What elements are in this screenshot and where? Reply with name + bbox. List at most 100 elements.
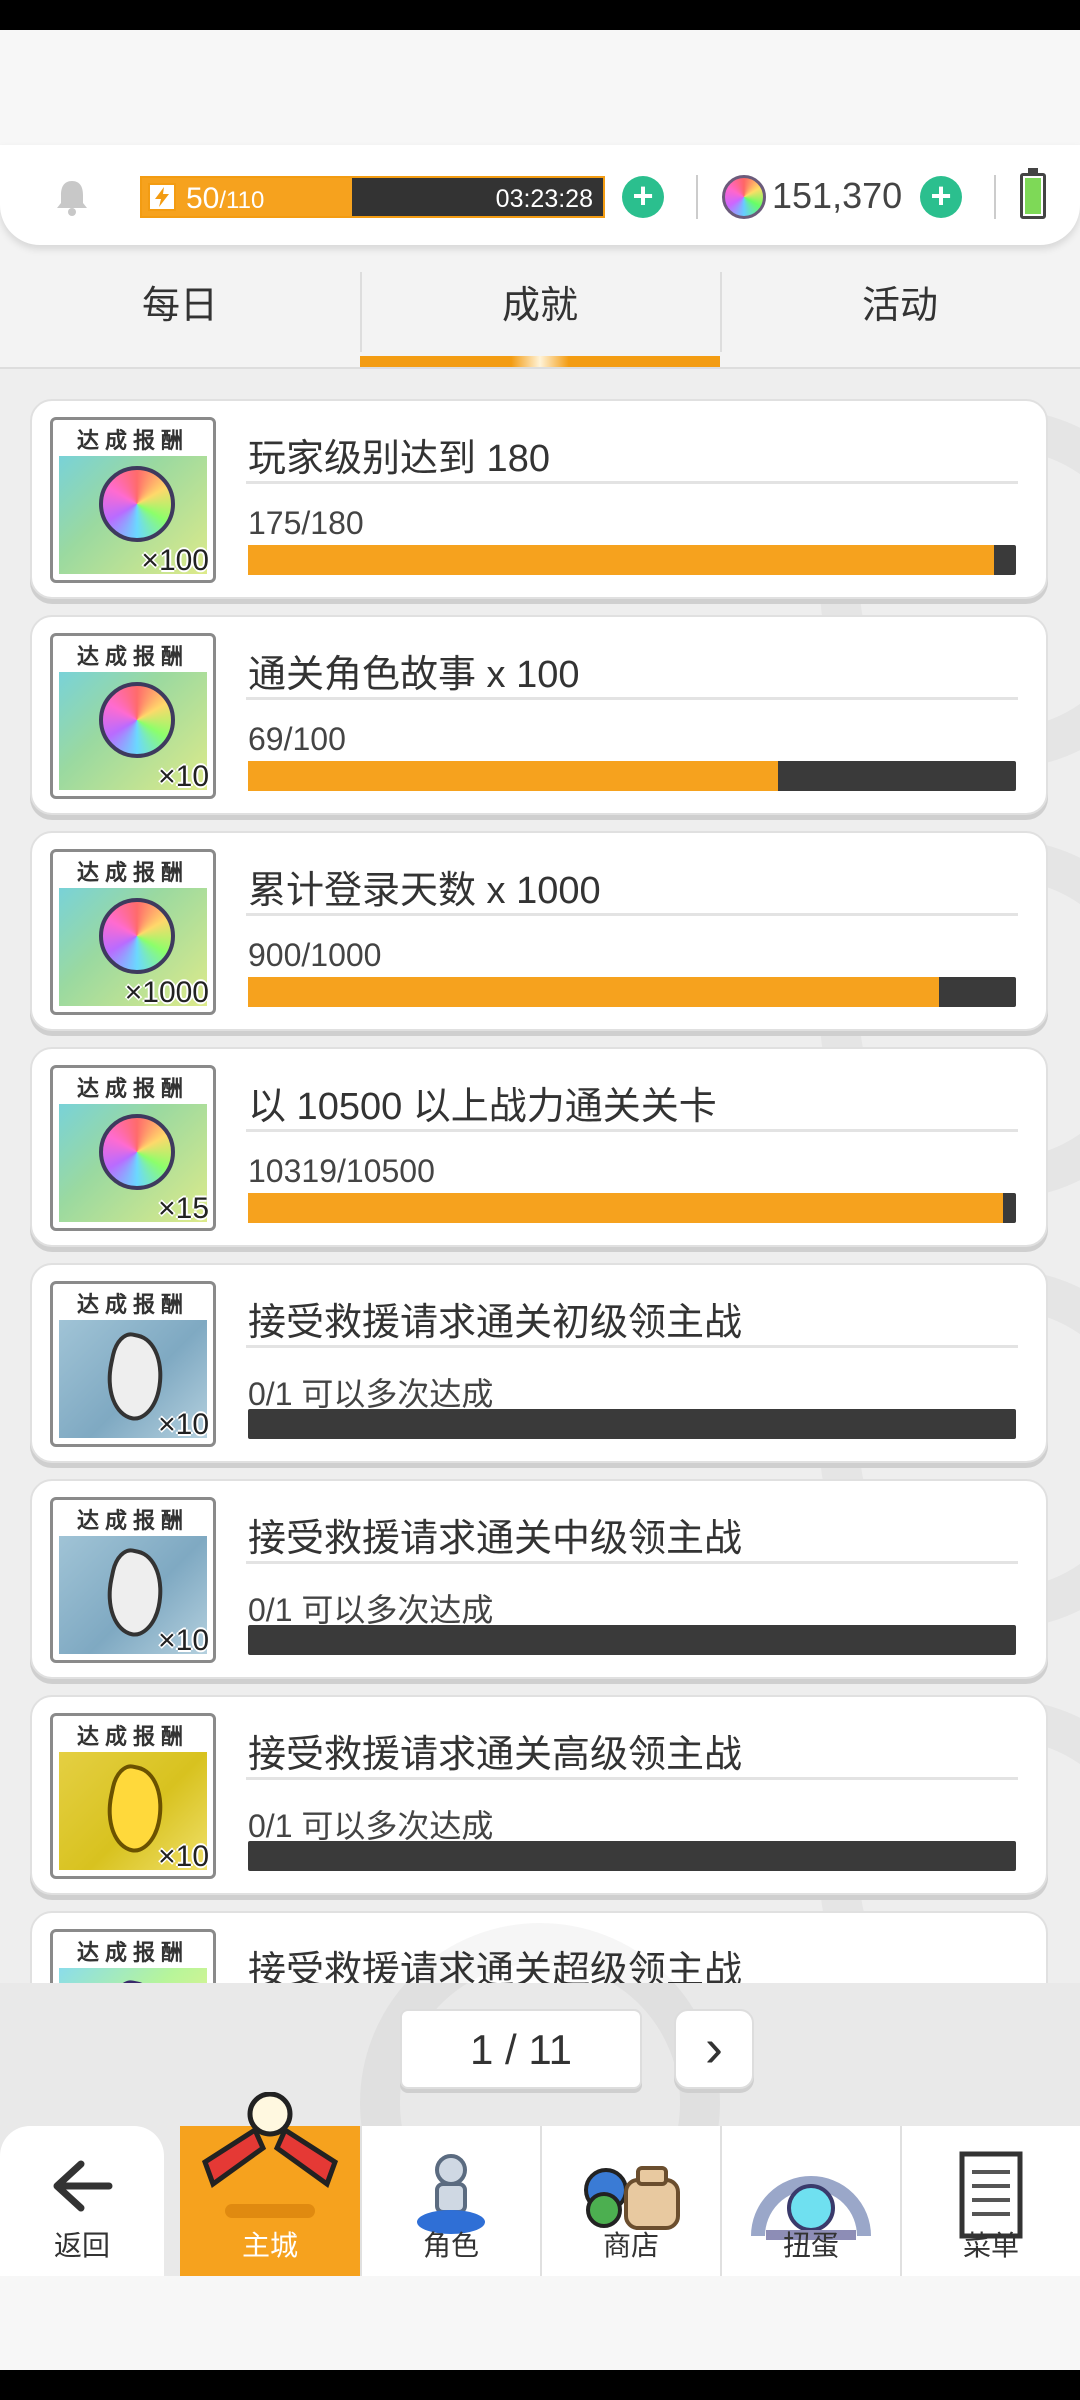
nav-label: 主城	[241, 2230, 298, 2261]
achievement-card[interactable]: 达成报酬 ×10 接受救援请求通关中级领主战 0/1 可以多次达成	[30, 1479, 1048, 1679]
progress-text: 10319/10500	[248, 1153, 435, 1189]
reward-quantity: ×1000	[124, 976, 209, 1009]
nav-shop[interactable]: 商店	[540, 2126, 720, 2276]
progress-fill	[248, 761, 778, 791]
notification-bell-icon[interactable]	[50, 175, 94, 219]
nav-main-city[interactable]: 主城	[180, 2092, 360, 2276]
nav-label: 返回	[53, 2230, 110, 2261]
progress-bar	[248, 761, 1016, 791]
lightning-bolt-icon	[148, 183, 176, 211]
progress-text: 900/1000	[248, 937, 382, 973]
reward-quantity: ×100	[141, 544, 209, 577]
pager: 1 / 11 ›	[0, 1983, 1080, 2126]
progress-text: 69/100	[248, 721, 346, 757]
achievement-tabs: 每日 成就 活动	[0, 260, 1080, 368]
reward-label: 达成报酬	[59, 642, 207, 672]
reward-item: 达成报酬	[50, 1929, 216, 1983]
bottom-navigation: 返回 主城 角色 商店 扭蛋 菜单	[0, 2092, 1080, 2276]
rainbow-gem-icon	[722, 175, 766, 219]
reward-quantity: ×10	[158, 1408, 209, 1441]
tab-events[interactable]: 活动	[720, 260, 1080, 368]
progress-fill	[248, 1193, 1003, 1223]
tab-achievements[interactable]: 成就	[360, 260, 720, 368]
reward-label: 达成报酬	[59, 1506, 207, 1536]
nav-menu[interactable]: 菜单	[900, 2126, 1080, 2276]
reward-item: 达成报酬 ×15	[50, 1065, 216, 1231]
card-divider	[246, 913, 1018, 916]
achievement-list[interactable]: 达成报酬 ×100 玩家级别达到 180 175/180 达成报酬 ×10 通关角色故事 x…	[0, 369, 1080, 1983]
progress-bar	[248, 545, 1016, 575]
main-city-icon	[201, 2092, 339, 2218]
card-divider	[246, 697, 1018, 700]
reward-label: 达成报酬	[59, 426, 207, 456]
stamina-value: 50/110	[186, 182, 265, 215]
system-status-bar	[0, 0, 1080, 30]
card-divider	[246, 1129, 1018, 1132]
reward-item: 达成报酬 ×100	[50, 417, 216, 583]
card-divider	[246, 481, 1018, 484]
nav-gacha[interactable]: 扭蛋	[720, 2126, 900, 2276]
achievement-card[interactable]: 达成报酬 ×15 以 10500 以上战力通关关卡 10319/10500	[30, 1047, 1048, 1247]
reward-quantity: ×10	[158, 1624, 209, 1657]
reward-label: 达成报酬	[59, 1290, 207, 1320]
achievement-title: 通关角色故事 x 100	[248, 654, 580, 696]
add-gems-button[interactable]: +	[920, 176, 962, 218]
progress-fill	[248, 977, 939, 1007]
progress-bar	[248, 1193, 1016, 1223]
rainbow-gem-icon	[99, 682, 175, 758]
reward-item: 达成报酬 ×10	[50, 1281, 216, 1447]
achievement-card[interactable]: 达成报酬 ×1000 累计登录天数 x 1000 900/1000	[30, 831, 1048, 1031]
progress-bar	[248, 1841, 1016, 1871]
system-nav-bar	[0, 2370, 1080, 2400]
stamina-bar: 50/110 03:23:28	[140, 176, 605, 218]
progress-bar	[248, 1625, 1016, 1655]
resource-hud: 50/110 03:23:28 + 151,370 +	[0, 145, 1080, 245]
reward-label: 达成报酬	[59, 1722, 207, 1752]
rainbow-gem-icon	[99, 466, 175, 542]
next-page-button[interactable]: ›	[674, 2009, 754, 2089]
hud-divider	[994, 175, 996, 219]
add-stamina-button[interactable]: +	[622, 176, 664, 218]
reward-item: 达成报酬 ×10	[50, 1497, 216, 1663]
top-spacer	[0, 30, 1080, 145]
hud-divider	[696, 175, 698, 219]
nav-footer-space	[0, 2276, 1080, 2370]
reward-quantity: ×15	[158, 1192, 209, 1225]
card-divider	[246, 1561, 1018, 1564]
reward-label: 达成报酬	[59, 1938, 207, 1968]
reward-item: 达成报酬 ×10	[50, 1713, 216, 1879]
achievement-card[interactable]: 达成报酬 ×100 玩家级别达到 180 175/180	[30, 399, 1048, 599]
rainbow-gem-icon	[99, 898, 175, 974]
nav-label: 商店	[602, 2230, 659, 2261]
progress-bar	[248, 1409, 1016, 1439]
back-arrow-icon	[53, 2160, 113, 2212]
nav-character[interactable]: 角色	[360, 2126, 540, 2276]
card-divider	[246, 1345, 1018, 1348]
achievement-card[interactable]: 达成报酬 ×10 接受救援请求通关高级领主战 0/1 可以多次达成	[30, 1695, 1048, 1895]
achievement-title: 接受救援请求通关高级领主战	[248, 1734, 743, 1776]
nav-label: 菜单	[962, 2230, 1019, 2261]
achievement-card[interactable]: 达成报酬 ×10 接受救援请求通关初级领主战 0/1 可以多次达成	[30, 1263, 1048, 1463]
achievement-title: 累计登录天数 x 1000	[248, 870, 601, 912]
achievement-title: 玩家级别达到 180	[248, 438, 550, 480]
page-indicator: 1 / 11	[400, 2009, 642, 2089]
rainbow-gem-icon	[99, 1114, 175, 1190]
progress-bar	[248, 977, 1016, 1007]
achievement-title: 接受救援请求通关初级领主战	[248, 1302, 743, 1344]
progress-fill	[248, 545, 994, 575]
nav-label: 扭蛋	[782, 2230, 839, 2261]
reward-quantity: ×10	[158, 760, 209, 793]
battery-icon	[1020, 168, 1046, 219]
gem-count: 151,370	[772, 175, 903, 216]
reward-label: 达成报酬	[59, 858, 207, 888]
reward-quantity: ×10	[158, 1840, 209, 1873]
reward-item: 达成报酬 ×1000	[50, 849, 216, 1015]
nav-label: 角色	[422, 2230, 479, 2261]
achievement-card[interactable]: 达成报酬 ×10 通关角色故事 x 100 69/100	[30, 615, 1048, 815]
achievement-title: 接受救援请求通关中级领主战	[248, 1518, 743, 1560]
tab-daily[interactable]: 每日	[0, 260, 360, 368]
reward-label: 达成报酬	[59, 1074, 207, 1104]
nav-back[interactable]: 返回	[0, 2126, 164, 2276]
achievement-title: 以 10500 以上战力通关关卡	[248, 1086, 717, 1128]
card-divider	[246, 1777, 1018, 1780]
